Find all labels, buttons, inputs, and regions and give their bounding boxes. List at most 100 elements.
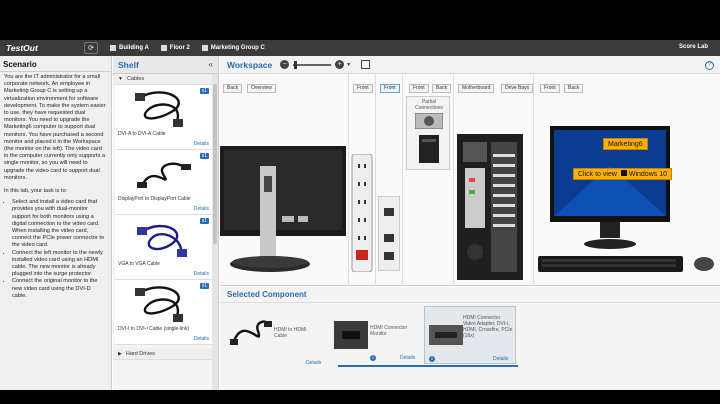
dvi-i-cable-icon [135,286,183,322]
zoom-out-button[interactable]: − [280,60,290,69]
info-icon[interactable]: i [370,355,376,361]
pc-front-popup-button[interactable]: Front [380,84,400,93]
shelf-item-vga[interactable]: x1 VGA to VGA Cable Details [115,215,213,280]
chevron-right-icon: ▶ [118,351,122,357]
top-bar: TestOut ⟳ Building A Floor 2 Marketing G… [0,40,720,56]
category-cables[interactable]: ▼ Cables [113,74,218,85]
item-name: DisplayPort to DisplayPort Cable [118,196,191,202]
selected-label: HDMI Connector Video Adapter, DVI-I, HDM… [463,315,513,339]
right-monitor-front-button[interactable]: Front [540,84,560,93]
click-to-view-button[interactable]: Click to view Windows 10 [573,168,672,180]
item-name: DVI-I to DVI-I Cable (single-link) [118,326,190,332]
zoom-slider[interactable] [293,60,332,69]
letterbox-top [0,0,720,40]
details-link[interactable]: Details [194,271,209,277]
task-item: Select and install a video card that pro… [12,199,107,249]
left-monitor-back-image[interactable] [220,146,346,274]
shelf-item-dvi-i[interactable]: x1 DVI-I to DVI-I Cable (single-link) De… [115,280,213,345]
quantity-badge: x1 [199,88,209,94]
collapse-icon[interactable]: « [209,60,213,69]
scrollbar-thumb[interactable] [213,84,217,244]
column-divider [402,74,403,286]
item-name: DVI-A to DVI-A Cable [118,131,166,137]
hdmi-port-icon [334,321,368,349]
scenario-intro: You are the IT administrator for a small… [4,74,106,181]
marketing6-label[interactable]: Marketing6 [603,138,648,150]
pc-motherboard-button[interactable]: Motherboard [458,84,495,93]
surge-protector-image[interactable] [351,154,373,272]
selected-label: HDMI to HDMI Cable [274,327,307,339]
details-link[interactable]: Details [306,360,321,366]
selected-label: HDMI Connector Monitor [370,325,408,337]
category-hard-drives[interactable]: ▶ Hard Drives [113,349,213,360]
pc-front-button[interactable]: Front [409,84,429,93]
task-item: Connect the left monitor to the newly in… [12,250,107,279]
right-monitor-back-button[interactable]: Back [564,84,584,93]
selected-hdmi-monitor[interactable]: HDMI Connector Monitor Details i [332,307,424,365]
shelf-pane: Shelf « ▼ Cables x1 DVI-A to DVI-A Cable … [113,56,219,390]
breadcrumb-room[interactable]: Marketing Group C [201,45,265,51]
selected-component-pane: Selected Component HDMI to HDMI Cable De… [220,287,720,390]
selected-hdmi-cable[interactable]: HDMI to HDMI Cable Details [228,307,321,366]
zoom-caret-icon[interactable]: ▼ [346,62,351,68]
hdmi-cable-icon [230,320,272,345]
details-link[interactable]: Details [194,336,209,342]
breadcrumb-label: Building A [119,45,149,51]
zoom-in-button[interactable]: + [335,60,345,69]
category-label: Cables [126,76,145,82]
vga-cable-icon [137,224,187,257]
task-item: Connect the original monitor to the new … [12,278,107,300]
shelf-list: x1 DVI-A to DVI-A Cable Details x1 Displ… [113,85,213,347]
shelf-scrollbar[interactable] [212,74,218,390]
app-root: TestOut ⟳ Building A Floor 2 Marketing G… [0,0,720,404]
column-divider [453,74,454,286]
pc-drive-bays-button[interactable]: Drive Bays [501,84,534,93]
details-link[interactable]: Details [194,141,209,147]
workspace-pane: Workspace − + ▼ ? Back Overview Front Fr… [220,56,720,286]
column-divider [348,74,349,286]
shelf-item-displayport[interactable]: x1 DisplayPort to DisplayPort Cable Deta… [115,150,213,215]
quantity-badge: x1 [199,283,209,289]
left-monitor-overview-button[interactable]: Overview [247,84,276,93]
computer-tower-icon [419,135,439,163]
quantity-badge: x1 [199,153,209,159]
breadcrumb-building[interactable]: Building A [110,45,149,51]
workspace-header: Workspace − + ▼ ? [220,56,720,74]
shelf-title: Shelf [118,59,139,70]
scenario-task-intro: In this lab, your task is to: [4,188,68,195]
scenario-title: Scenario [0,56,111,72]
displayport-cable-icon [137,162,191,188]
column-divider [533,74,534,286]
selected-scrollbar[interactable] [338,365,518,367]
partial-connections-popup[interactable]: Partial Connections [406,96,450,170]
dvi-cable-icon [135,91,183,127]
refresh-button[interactable]: ⟳ [84,42,98,54]
computer-back-image[interactable] [457,134,523,280]
fit-to-screen-icon[interactable] [361,60,371,69]
selected-hdmi-video-adapter[interactable]: HDMI Connector Video Adapter, DVI-I, HDM… [424,306,516,364]
popup-label: Partial Connections [415,99,443,111]
details-link[interactable]: Details [400,355,415,361]
breadcrumb-label: Marketing Group C [210,45,265,51]
score-lab-button[interactable]: Score Lab [679,44,708,50]
left-monitor-back-button[interactable]: Back [223,84,243,93]
info-icon[interactable]: i [429,356,435,362]
help-icon[interactable]: ? [705,61,714,70]
shelf-item-dvi-a[interactable]: x1 DVI-A to DVI-A Cable Details [115,85,213,150]
details-link[interactable]: Details [194,206,209,212]
details-link[interactable]: Details [493,356,508,362]
power-supply-icon [415,113,443,129]
wall-outlet-image[interactable] [378,196,400,271]
item-name: VGA to VGA Cable [118,261,160,267]
surge-front-button[interactable]: Front [353,84,373,93]
workspace-title: Workspace [227,59,273,70]
letterbox-bottom [0,390,720,404]
room-icon [201,45,208,51]
floor-icon [160,45,167,51]
building-icon [110,45,116,51]
windows-logo-icon [620,170,627,176]
pc-back-button[interactable]: Back [432,84,452,93]
zoom-slider-knob[interactable] [294,60,298,69]
keyboard-mouse-image[interactable] [538,252,718,274]
breadcrumb-floor[interactable]: Floor 2 [160,45,190,51]
